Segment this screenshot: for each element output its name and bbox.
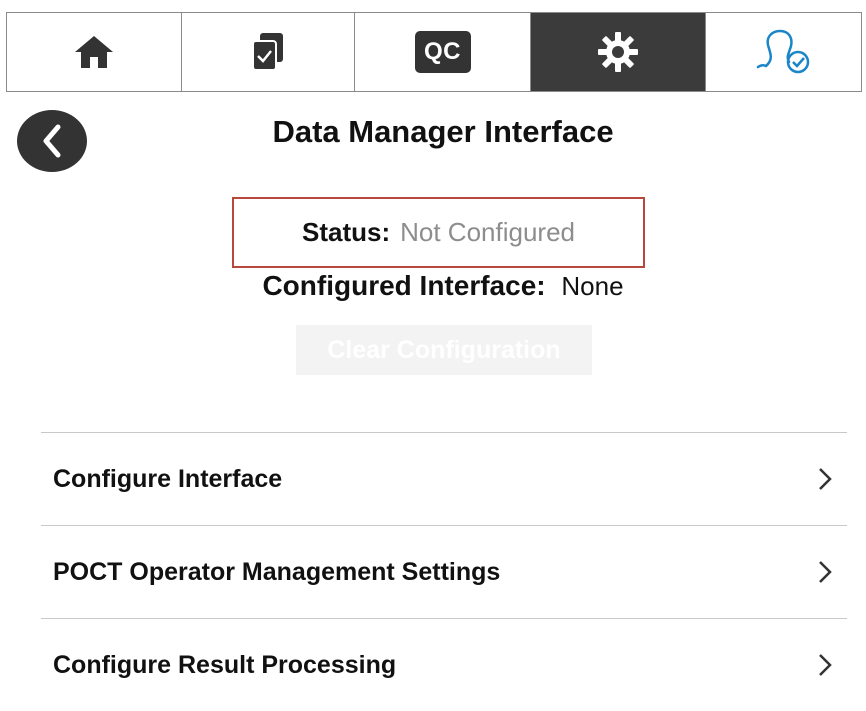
tab-operator[interactable] [706, 13, 862, 91]
user-check-icon [756, 29, 809, 74]
chevron-right-icon [819, 468, 832, 490]
gear-icon [598, 32, 638, 72]
tab-home[interactable] [6, 13, 182, 91]
menu-item-label: Configure Interface [53, 464, 283, 493]
status-highlight: Status: Not Configured [232, 197, 645, 268]
home-icon [75, 36, 113, 68]
menu-item-configure-interface[interactable]: Configure Interface [41, 432, 847, 525]
chevron-right-icon [819, 654, 832, 676]
configured-interface: Configured Interface: None [0, 270, 866, 302]
tab-qc[interactable]: QC [355, 13, 531, 91]
menu-item-label: Configure Result Processing [53, 650, 397, 679]
menu-item-configure-result-processing[interactable]: Configure Result Processing [41, 618, 847, 711]
qc-icon: QC [414, 31, 471, 73]
page-title: Data Manager Interface [272, 114, 614, 149]
status-value: Not Configured [400, 217, 575, 247]
top-navigation: QC [6, 12, 862, 92]
settings-menu: Configure Interface POCT Operator Manage… [41, 432, 847, 711]
tab-settings[interactable] [531, 13, 706, 91]
status-label: Status: [301, 217, 391, 247]
configured-interface-value: None [561, 271, 624, 301]
tab-checklist[interactable] [182, 13, 355, 91]
chevron-right-icon [819, 561, 832, 583]
checklist-icon [252, 33, 283, 71]
menu-item-poct-operator-management[interactable]: POCT Operator Management Settings [41, 525, 847, 618]
menu-item-label: POCT Operator Management Settings [53, 557, 501, 586]
configured-interface-label: Configured Interface: [262, 270, 546, 301]
clear-configuration-button[interactable]: Clear Configuration [296, 325, 592, 375]
